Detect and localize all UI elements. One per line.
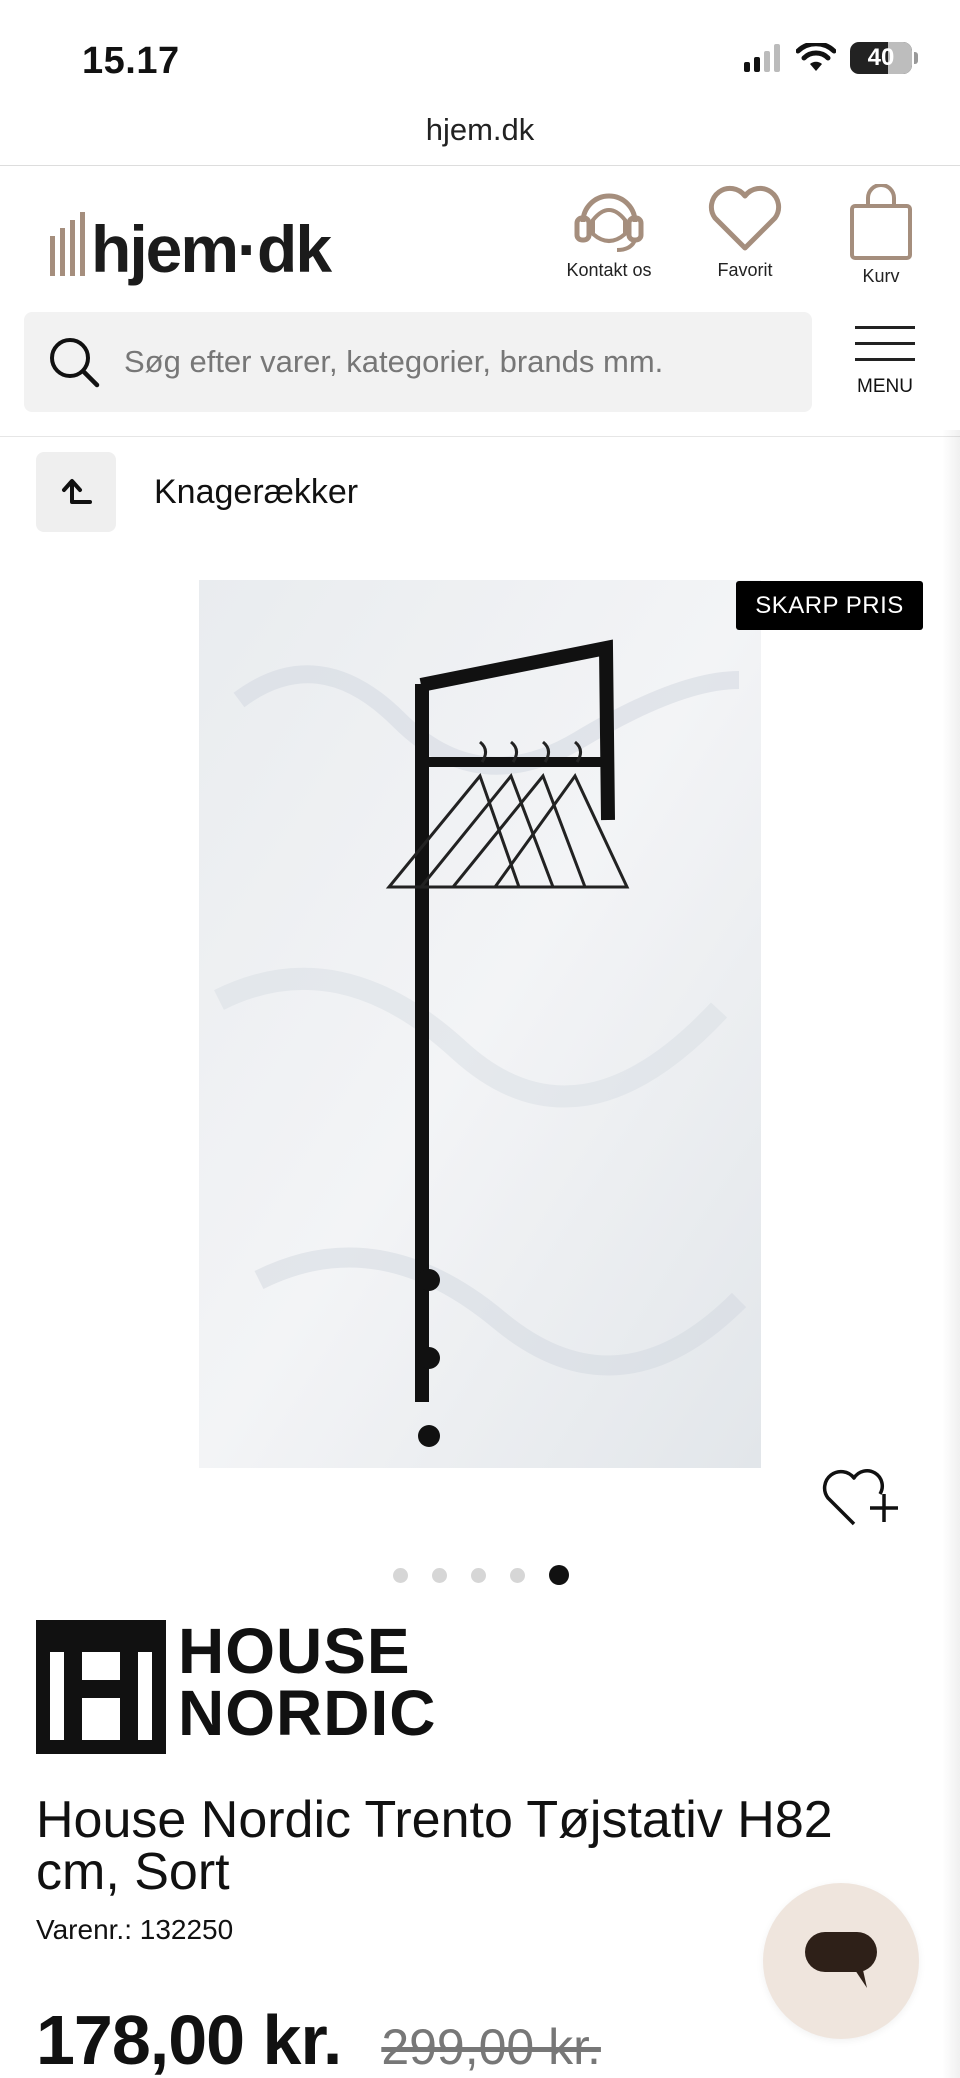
breadcrumb: Knagerækker [36, 452, 358, 532]
chat-button[interactable] [763, 1883, 919, 2039]
cart-button[interactable]: Kurv [826, 184, 936, 287]
search-row: MENU [0, 312, 960, 430]
contact-label: Kontakt os [566, 260, 652, 280]
arrow-up-back-icon [62, 479, 92, 504]
battery-icon: 40 [850, 42, 918, 74]
chat-bubble-icon [805, 1932, 877, 1988]
breadcrumb-category-link[interactable]: Knagerækker [154, 473, 358, 512]
status-bar: 15.17 40 [0, 0, 960, 112]
search-box[interactable] [24, 312, 812, 412]
original-price: 299,00 kr. [381, 2019, 601, 2075]
price-badge: SKARP PRIS [736, 581, 923, 630]
brand-logo[interactable]: HOUSE NORDIC [36, 1615, 532, 1754]
carousel-dot[interactable] [432, 1568, 447, 1583]
carousel-dot[interactable] [471, 1568, 486, 1583]
headset-icon [574, 193, 644, 252]
edge-shadow [942, 430, 960, 2078]
price-row: 178,00 kr. 299,00 kr. [36, 2000, 601, 2078]
heart-icon [708, 185, 782, 251]
brand-name: HOUSE NORDIC [178, 1615, 437, 1749]
search-icon [50, 338, 100, 388]
carousel-dot[interactable] [510, 1568, 525, 1583]
favorites-button[interactable]: Favorit [690, 184, 800, 281]
wifi-icon [796, 43, 836, 71]
site-logo[interactable]: hjem·dk [50, 202, 332, 286]
contact-button[interactable]: Kontakt os [554, 184, 664, 281]
carousel-dot[interactable] [393, 1568, 408, 1583]
add-to-wishlist-icon[interactable] [822, 1464, 902, 1530]
menu-button[interactable]: MENU [852, 326, 918, 398]
cart-label: Kurv [862, 266, 900, 286]
menu-label: MENU [857, 376, 913, 397]
product-sku: Varenr.: 132250 [36, 1914, 234, 1945]
browser-url[interactable]: hjem.dk [0, 112, 960, 166]
logo-text: hjem·dk [91, 212, 332, 286]
back-button[interactable] [36, 452, 116, 532]
house-nordic-mark-icon [36, 1620, 166, 1754]
favorites-label: Favorit [717, 260, 773, 280]
status-time: 15.17 [82, 40, 180, 82]
site-header: hjem·dk Kontakt os Favorit Kurv [0, 166, 960, 296]
status-icons: 40 [744, 42, 918, 74]
current-price: 178,00 kr. [36, 2001, 342, 2078]
shopping-bag-icon [850, 184, 912, 260]
product-title: House Nordic Trento Tøjstativ H82 cm, So… [36, 1791, 833, 1901]
menu-icon [855, 326, 915, 329]
signal-icon [744, 44, 780, 72]
search-input[interactable] [124, 344, 764, 380]
header-divider [0, 436, 960, 437]
carousel-dots [0, 1565, 960, 1585]
battery-percent: 40 [867, 44, 895, 71]
product-image[interactable] [199, 580, 761, 1468]
carousel-dot-active[interactable] [549, 1565, 569, 1585]
logo-bars-icon [50, 212, 85, 276]
